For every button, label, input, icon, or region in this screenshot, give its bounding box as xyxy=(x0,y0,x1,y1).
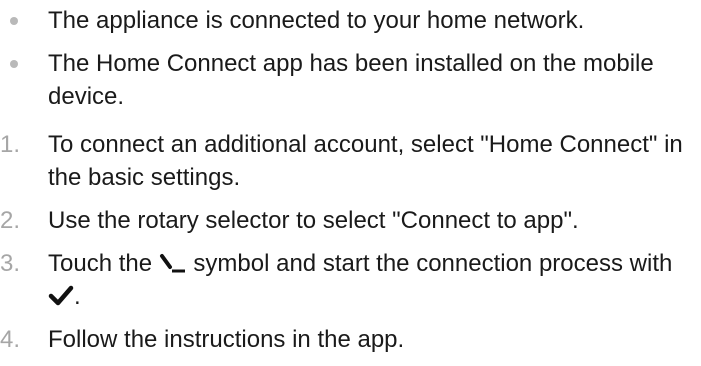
step-text-before-icon: Touch the xyxy=(48,250,153,277)
prerequisite-item: The appliance is connected to your home … xyxy=(0,4,701,37)
prerequisite-text: The appliance is connected to your home … xyxy=(48,7,585,34)
step-number: 4. xyxy=(0,326,21,353)
step-item: 3. Touch the symbol and start the connec… xyxy=(0,247,701,313)
bullet-dot-icon xyxy=(10,60,18,68)
step-text: To connect an additional account, select… xyxy=(48,131,683,191)
step-item: 1. To connect an additional account, sel… xyxy=(0,128,701,194)
steps-list: 1. To connect an additional account, sel… xyxy=(0,128,701,366)
prerequisite-text: The Home Connect app has been installed … xyxy=(48,50,654,110)
step-number: 2. xyxy=(0,207,21,234)
step-text: Follow the instructions in the app. xyxy=(48,326,405,353)
step-text-end: . xyxy=(74,283,81,310)
prerequisites-list: The appliance is connected to your home … xyxy=(0,4,701,123)
bullet-dot-icon xyxy=(10,17,18,25)
step-text-after-icon: symbol and start the connection process … xyxy=(193,250,673,277)
step-item: 2. Use the rotary selector to select "Co… xyxy=(0,204,701,237)
step-text: Use the rotary selector to select "Conne… xyxy=(48,207,579,234)
step-number: 3. xyxy=(0,250,21,277)
connection-symbol-icon xyxy=(159,254,185,273)
checkmark-icon xyxy=(48,285,74,306)
step-item: 4. Follow the instructions in the app. xyxy=(0,323,701,356)
prerequisite-item: The Home Connect app has been installed … xyxy=(0,47,701,113)
step-number: 1. xyxy=(0,131,21,158)
